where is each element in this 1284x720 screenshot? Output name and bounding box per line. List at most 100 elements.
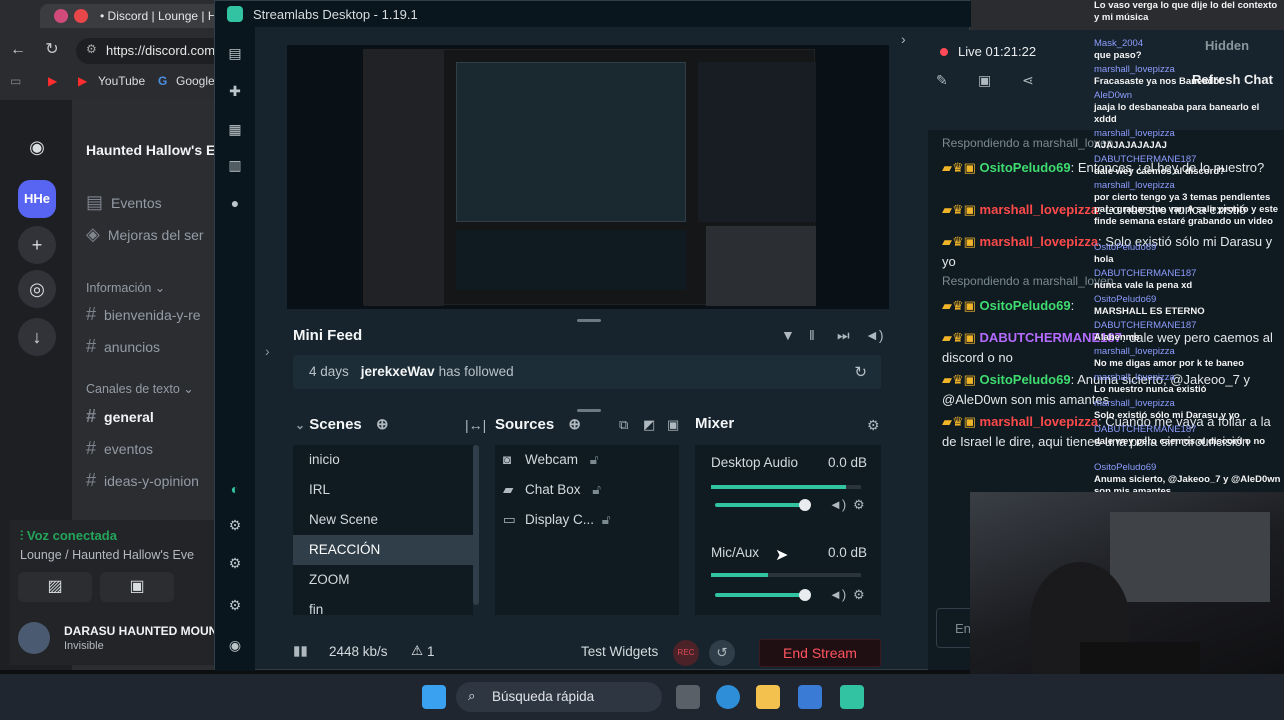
browser-tab[interactable]: • Discord | Lounge | Hau [40,4,220,28]
source-chatbox[interactable]: ▰ Chat Box 🔓︎ [495,475,679,505]
scene-item[interactable]: inicio [293,445,473,475]
bookmark-google[interactable]: Google [176,74,215,88]
store-icon[interactable]: ▦ [227,121,243,137]
mute-icon[interactable]: ◄) [829,497,846,512]
expand-chevron-icon[interactable]: › [265,343,270,359]
scene-item[interactable]: New Scene [293,505,473,535]
clip-icon[interactable]: ▣ [978,72,991,89]
youtube-icon[interactable]: ▶ [48,74,57,88]
channel-bienvenida[interactable]: # bienvenida-y-re [86,304,201,325]
resize-handle-2[interactable] [577,409,601,412]
chat-username[interactable]: marshall_lovepizza [980,234,1099,249]
scene-item[interactable]: fin [293,595,473,625]
skip-icon[interactable]: ⏭ [837,327,850,344]
add-server-icon[interactable]: + [18,226,56,264]
download-icon[interactable]: ↓ [18,318,56,356]
avatar[interactable] [18,622,50,654]
server-icon-hhe[interactable]: HHe [18,180,56,218]
rec-button[interactable]: REC [673,640,699,666]
apps-icon[interactable]: ◐ [227,481,243,497]
end-stream-button[interactable]: End Stream [759,639,881,667]
file-explorer-icon[interactable] [756,685,780,709]
lock-icon[interactable]: 🔓︎ [592,482,601,497]
store-icon[interactable] [798,685,822,709]
dashboard-icon[interactable]: ⚙ [227,517,243,533]
edge-icon[interactable] [716,685,740,709]
add-scene-icon[interactable]: ⊕ [376,416,389,433]
channel-anuncios[interactable]: # anuncios [86,336,160,357]
recordings-icon[interactable]: ● [227,195,243,211]
scenes-scrollbar[interactable] [473,445,479,605]
chat-username[interactable]: OsitoPeludo69 [980,160,1071,175]
chat-username[interactable]: OsitoPeludo69 [980,372,1071,387]
overlay-text: hola [1094,254,1114,265]
discord-home-icon[interactable]: ◉ [18,128,56,166]
url-bar[interactable]: ⚙ https://discord.com [76,38,236,64]
replay-buffer-icon[interactable]: ↺ [709,640,735,666]
volume-knob[interactable] [799,499,811,511]
volume-slider[interactable] [715,593,805,597]
chat-username[interactable]: marshall_lovepizza [980,202,1099,217]
chat-username[interactable]: marshall_lovepizza [980,414,1099,429]
editor-icon[interactable]: ▤ [227,45,243,61]
scene-item[interactable]: ZOOM [293,565,473,595]
widgets-icon[interactable]: ⚙ [227,555,243,571]
performance-icon[interactable]: ▮▮ [293,643,308,659]
collapse-chat-icon[interactable]: › [901,31,906,47]
bookmark-youtube[interactable]: YouTube [98,74,145,88]
volume-slider[interactable] [715,503,805,507]
menu-item-mejoras[interactable]: ◈ Mejoras del ser [86,224,204,245]
mixer-settings-icon[interactable]: ⚙ [867,417,880,434]
site-info-icon[interactable]: ⚙ [86,42,97,56]
apps-icon[interactable]: ▭ [10,74,21,88]
collapse-icon[interactable]: ⌄ [295,418,305,432]
menu-item-eventos[interactable]: ▤ Eventos [86,192,162,213]
add-source-icon[interactable]: ⊕ [568,416,581,433]
explore-icon[interactable]: ◎ [18,270,56,308]
mute-icon[interactable]: ◄) [829,587,846,602]
category-informacion[interactable]: Información ⌄ [86,280,165,295]
windows-start-icon[interactable] [422,685,446,709]
feed-row[interactable]: 4 days jerekxeWav has followed ↻ [293,355,881,389]
category-canales[interactable]: Canales de texto ⌄ [86,381,194,396]
stream-preview[interactable] [287,45,889,309]
scene-item[interactable]: REACCIÓN [293,535,473,565]
scene-transition-icon[interactable]: |↔| [465,417,486,433]
streamlabs-taskbar-icon[interactable] [840,685,864,709]
taskbar-search[interactable]: ⌕ Búsqueda rápida [456,682,662,712]
chat-username[interactable]: OsitoPeludo69 [980,298,1071,313]
source-webcam[interactable]: ◙ Webcam 🔓︎ [495,445,679,475]
repeat-icon[interactable]: ↻ [854,363,867,381]
volume-icon[interactable]: ◄) [865,327,884,343]
test-widgets-button[interactable]: Test Widgets [581,644,658,659]
themes-icon[interactable]: ✚ [227,83,243,99]
settings-icon[interactable]: ⚙ [227,597,243,613]
source-folder-icon[interactable]: ▣ [667,417,679,433]
channel-settings-icon[interactable]: ⚙ [853,587,865,603]
back-icon[interactable]: ← [8,40,28,60]
source-props-icon[interactable]: ◩ [643,417,655,433]
account-icon[interactable]: ◉ [227,637,243,653]
channel-eventos[interactable]: # eventos [86,438,153,459]
scene-item[interactable]: IRL [293,475,473,505]
pause-icon[interactable]: ‖ [809,327,815,343]
edit-icon[interactable]: ✎ [936,72,948,89]
camera-off-icon[interactable]: ▨ [18,572,92,602]
filter-icon[interactable]: ▼ [781,327,795,343]
alert-icon[interactable]: ⚠ [411,643,423,659]
source-group-icon[interactable]: ⧉ [619,417,628,433]
source-display-capture[interactable]: ▭ Display C... 🔓︎ [495,505,679,535]
channel-general[interactable]: # general [86,406,154,427]
channel-settings-icon[interactable]: ⚙ [853,497,865,513]
volume-knob[interactable] [799,589,811,601]
task-view-icon[interactable] [676,685,700,709]
share-icon[interactable]: ⋖ [1022,72,1034,89]
screen-share-icon[interactable]: ▣ [100,572,174,602]
lock-icon[interactable]: 🔓︎ [602,512,611,527]
server-title[interactable]: Haunted Hallow's E [86,142,215,158]
channel-ideas[interactable]: # ideas-y-opinion [86,470,199,491]
voice-location[interactable]: Lounge / Haunted Hallow's Eve [20,548,194,562]
studio-mode-icon[interactable]: ▥ [227,157,243,173]
reload-icon[interactable]: ↻ [42,40,62,60]
lock-icon[interactable]: 🔓︎ [590,452,599,467]
